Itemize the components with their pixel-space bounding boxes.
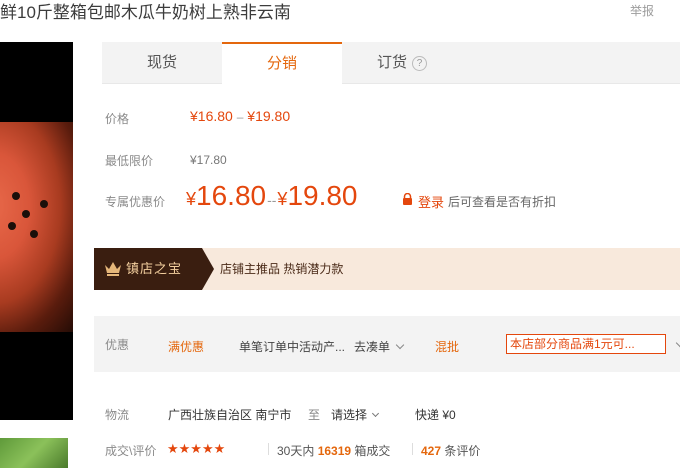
review-number: 427 — [421, 444, 442, 458]
product-thumbnail[interactable] — [0, 438, 68, 468]
divider — [412, 443, 413, 455]
special-price-low: 16.80 — [196, 180, 267, 211]
sales-prefix: 30天内 — [277, 444, 315, 458]
promotion-label: 优惠 — [105, 338, 130, 352]
lock-icon — [403, 193, 412, 205]
price-label: 价格 — [105, 112, 130, 126]
shipping-fee: 快递 ¥0 — [415, 408, 456, 422]
review-suffix: 条评价 — [444, 444, 481, 458]
special-price-high: 19.80 — [287, 180, 358, 211]
promotion-description: 单笔订单中活动产... — [239, 340, 346, 354]
papaya-seed — [12, 192, 20, 200]
papaya-seed — [22, 210, 30, 218]
papaya-seed — [40, 200, 48, 208]
min-price-value: ¥17.80 — [190, 153, 227, 167]
product-title: 鲜10斤整箱包邮木瓜牛奶树上熟非云南 — [0, 3, 291, 22]
review-count[interactable]: 427 条评价 — [421, 442, 480, 459]
tab-spot[interactable]: 现货 — [102, 42, 222, 84]
tab-distribution[interactable]: 分销 — [222, 42, 342, 85]
price-low: ¥16.80 — [190, 108, 233, 124]
destination-select[interactable]: 请选择 — [331, 406, 380, 423]
help-icon[interactable]: ? — [412, 55, 427, 71]
sales-suffix: 箱成交 — [354, 444, 391, 458]
min-price-label: 最低限价 — [105, 154, 154, 168]
promotion-expand[interactable] — [670, 338, 680, 352]
report-link[interactable]: 举报 — [630, 2, 654, 19]
shop-treasure-badge: 镇店之宝 — [94, 248, 214, 290]
logistics-to: 至 — [308, 408, 321, 422]
sales-number: 16319 — [317, 444, 352, 458]
shop-treasure-title: 镇店之宝 — [126, 261, 183, 276]
papaya-seed — [8, 222, 16, 230]
sales-count[interactable]: 30天内 16319 箱成交 — [277, 442, 390, 459]
tab-preorder-label: 订货 — [376, 54, 407, 71]
special-price-separator: -- — [267, 192, 277, 208]
crown-icon — [105, 262, 121, 276]
special-yen-low: ¥ — [186, 189, 197, 209]
price-separator: – — [236, 110, 244, 124]
promotion-bar: 优惠 满优惠 单笔订单中活动产... 去凑单 混批 本店部分商品满1元可... — [94, 316, 680, 372]
product-main-image[interactable] — [0, 42, 73, 420]
tab-preorder[interactable]: 订货? — [342, 42, 462, 84]
promotion-tag-mixed-batch: 混批 — [435, 340, 460, 354]
logistics-label: 物流 — [105, 408, 130, 422]
chevron-down-icon — [675, 338, 680, 348]
chevron-down-icon — [395, 340, 405, 350]
chevron-down-icon — [371, 409, 380, 418]
price-high: ¥19.80 — [247, 108, 291, 124]
destination-select-label: 请选择 — [331, 408, 368, 422]
go-bundle-dropdown[interactable]: 去凑单 — [354, 338, 405, 355]
shop-treasure-tags: 店铺主推品 热销潜力款 — [220, 262, 344, 276]
price-range: ¥16.80 – ¥19.80 — [190, 108, 290, 124]
shop-treasure-bar: 镇店之宝 店铺主推品 热销潜力款 — [94, 248, 680, 290]
logistics-origin: 广西壮族自治区 南宁市 — [168, 408, 292, 422]
rating-stars: ★★★★★ — [167, 441, 226, 456]
go-bundle-link: 去凑单 — [354, 340, 391, 354]
login-link[interactable]: 登录 — [418, 192, 444, 211]
special-price-label: 专属优惠价 — [105, 195, 166, 209]
promotion-store-offer[interactable]: 本店部分商品满1元可... — [506, 334, 666, 354]
login-note: 后可查看是否有折扣 — [448, 195, 557, 209]
offer-tabs: 现货 分销 订货? — [102, 42, 680, 85]
divider — [268, 443, 269, 455]
promotion-tag-full-discount: 满优惠 — [168, 340, 205, 354]
special-yen-high: ¥ — [277, 189, 288, 209]
special-price: ¥16.80--¥19.80 — [186, 180, 358, 212]
papaya-seed — [30, 230, 38, 238]
reviews-label: 成交\评价 — [105, 444, 157, 458]
